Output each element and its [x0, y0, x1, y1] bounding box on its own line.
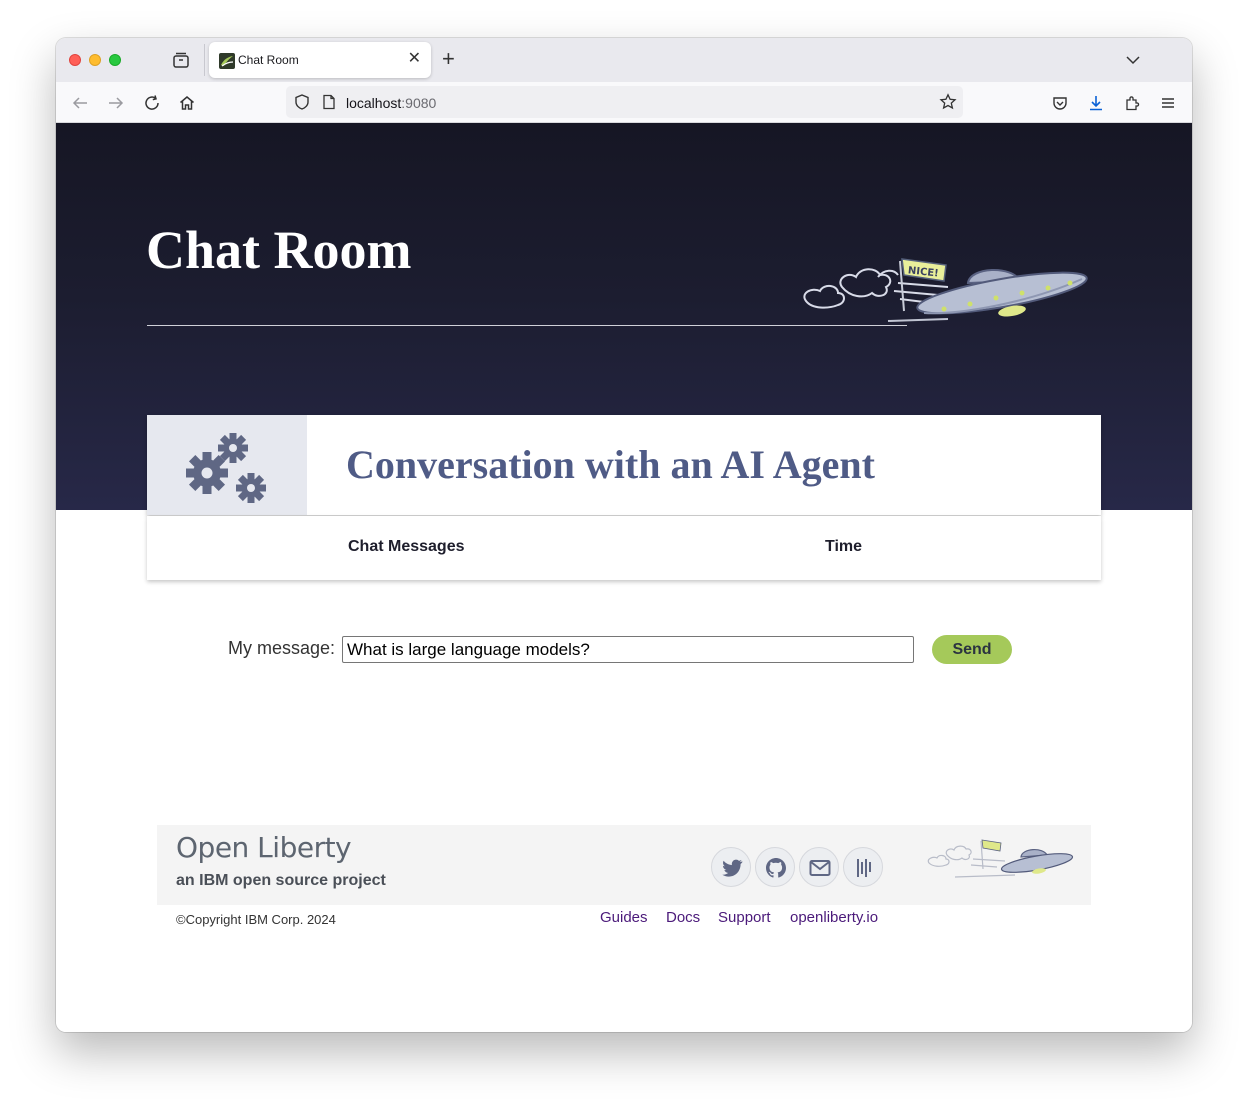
bookmark-star-icon[interactable] — [939, 93, 957, 111]
navigation-toolbar: localhost:9080 — [56, 82, 1192, 123]
home-icon[interactable] — [178, 94, 196, 112]
footer-band: Open Liberty an IBM open source project — [157, 825, 1091, 905]
tab-strip: Chat Room ✕ + — [56, 38, 1192, 82]
browser-window: Chat Room ✕ + localhost:9080 Chat Room N… — [56, 38, 1192, 1032]
tab-separator — [204, 44, 205, 76]
tab-chat-room[interactable]: Chat Room ✕ — [209, 42, 431, 78]
download-icon[interactable] — [1087, 94, 1105, 112]
footer-link-openliberty[interactable]: openliberty.io — [790, 909, 878, 926]
forward-arrow-icon[interactable] — [107, 94, 125, 112]
new-tab-button[interactable]: + — [442, 48, 455, 70]
open-liberty-logo[interactable]: Open Liberty — [176, 831, 352, 864]
column-header-time: Time — [825, 538, 863, 555]
twitter-icon[interactable] — [711, 847, 751, 887]
card-icon-panel — [147, 415, 307, 515]
footer-link-support[interactable]: Support — [718, 909, 771, 926]
tab-close-icon[interactable]: ✕ — [408, 51, 421, 67]
reload-icon[interactable] — [143, 94, 161, 112]
open-liberty-favicon-icon — [219, 53, 235, 69]
card-title: Conversation with an AI Agent — [346, 442, 875, 487]
message-input[interactable] — [342, 636, 914, 663]
footer-link-docs[interactable]: Docs — [666, 909, 700, 926]
gears-icon — [186, 433, 266, 503]
menu-icon[interactable] — [1159, 94, 1177, 112]
tab-title: Chat Room — [238, 53, 299, 67]
footer-link-guides[interactable]: Guides — [600, 909, 648, 926]
message-label: My message: — [228, 638, 336, 658]
send-button[interactable]: Send — [932, 635, 1012, 664]
flag-text: NICE! — [907, 265, 939, 279]
mail-icon[interactable] — [799, 847, 839, 887]
address-bar[interactable]: localhost:9080 — [286, 86, 963, 118]
tab-overview-icon[interactable] — [172, 51, 190, 69]
page-content: Chat Room NICE! Conversation with an AI … — [56, 123, 1192, 1032]
url-port: :9080 — [401, 95, 437, 111]
shield-icon[interactable] — [293, 93, 311, 111]
window-close-button[interactable] — [69, 54, 81, 66]
page-title: Chat Room — [146, 220, 412, 280]
footer-tagline: an IBM open source project — [176, 872, 386, 889]
url-text[interactable]: localhost:9080 — [346, 95, 436, 111]
ufo-illustration-icon: NICE! — [803, 258, 1088, 322]
back-arrow-icon[interactable] — [71, 94, 89, 112]
copyright-text: ©Copyright IBM Corp. 2024 — [176, 912, 336, 927]
column-header-chat-messages: Chat Messages — [348, 538, 465, 555]
page-icon — [323, 94, 335, 110]
groups-icon[interactable] — [843, 847, 883, 887]
extensions-icon[interactable] — [1123, 94, 1141, 112]
hero-divider — [147, 325, 907, 326]
window-minimize-button[interactable] — [89, 54, 101, 66]
pocket-icon[interactable] — [1051, 94, 1069, 112]
window-maximize-button[interactable] — [109, 54, 121, 66]
github-icon[interactable] — [755, 847, 795, 887]
url-host: localhost — [346, 95, 402, 111]
chat-messages-table: Chat Messages Time — [147, 516, 1101, 580]
ufo-footer-illustration-icon — [927, 839, 1074, 878]
chevron-down-icon[interactable] — [1126, 53, 1140, 67]
conversation-card-header: Conversation with an AI Agent — [147, 415, 1101, 515]
